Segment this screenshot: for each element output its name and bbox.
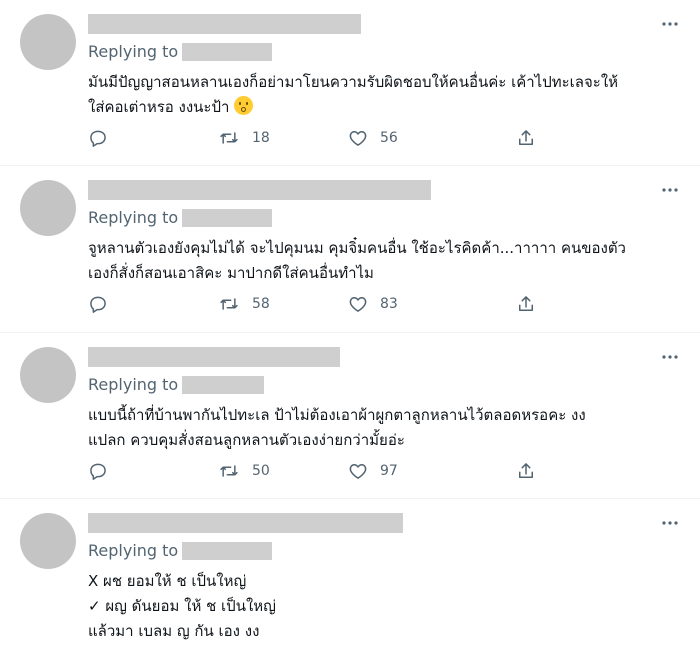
tweet-text-line: X ผช ยอมให้ ช เป็นใหญ่: [88, 572, 247, 590]
retweet-button[interactable]: 50: [218, 461, 348, 481]
share-button[interactable]: [516, 461, 536, 481]
avatar[interactable]: [20, 14, 76, 70]
retweet-button[interactable]: 18: [218, 128, 348, 148]
replying-to-label: Replying to: [88, 375, 179, 394]
redacted-username: [88, 180, 431, 200]
shushing-face-emoji-icon: [234, 96, 254, 115]
tweet-actions: 58 83: [88, 294, 536, 314]
more-options-icon[interactable]: [660, 180, 680, 200]
redacted-username: [88, 513, 403, 533]
reply-icon: [90, 296, 106, 313]
avatar[interactable]: [20, 513, 76, 569]
reply-tweet[interactable]: Replying to X ผช ยอมให้ ช เป็นใหญ่ ✓ ผญ …: [0, 499, 700, 645]
retweet-button[interactable]: 58: [218, 294, 348, 314]
tweet-text-line: แล้วมา เบลม ญ กัน เอง งง: [88, 622, 260, 640]
more-options-icon[interactable]: [660, 14, 680, 34]
replying-to: Replying to: [88, 541, 273, 560]
redacted-handle[interactable]: [182, 208, 273, 227]
like-button[interactable]: 97: [348, 461, 516, 481]
retweet-icon: [220, 132, 238, 144]
reply-button[interactable]: [88, 461, 218, 481]
tweet-actions: 50 97: [88, 461, 536, 481]
redacted-handle[interactable]: [182, 375, 265, 394]
more-options-icon[interactable]: [660, 513, 680, 533]
like-count: 56: [380, 130, 398, 146]
avatar[interactable]: [20, 180, 76, 236]
reply-tweet[interactable]: Replying to จูหลานตัวเองยังคุมไม่ได้ จะไ…: [0, 166, 700, 333]
reply-icon: [90, 463, 106, 480]
like-count: 97: [380, 463, 398, 479]
tweet-text-line: แบบนี้ถ้าที่บ้านพากันไปทะเล ป้าไม่ต้องเอ…: [88, 406, 586, 424]
share-button[interactable]: [516, 294, 536, 314]
redacted-username: [88, 14, 361, 34]
tweet-text-line: แปลก ควบคุมสั่งสอนลูกหลานตัวเองง่ายกว่าม…: [88, 431, 405, 449]
tweet-actions: 18 56: [88, 128, 536, 148]
reply-button[interactable]: [88, 128, 218, 148]
share-button[interactable]: [516, 128, 536, 148]
tweet-text-line: จูหลานตัวเองยังคุมไม่ได้ จะไปคุมนม คุมจิ…: [88, 239, 626, 257]
retweet-count: 50: [252, 463, 270, 479]
replying-to-label: Replying to: [88, 42, 179, 61]
tweet-text-line: ใส่คอเต่าหรอ งงนะป้า: [88, 98, 230, 116]
like-button[interactable]: 83: [348, 294, 516, 314]
reply-icon: [90, 130, 106, 147]
share-icon: [519, 130, 533, 145]
reply-tweet[interactable]: Replying to แบบนี้ถ้าที่บ้านพากันไปทะเล …: [0, 333, 700, 499]
redacted-handle[interactable]: [182, 541, 273, 560]
reply-tweet[interactable]: Replying to มันมีปัญญาสอนหลานเองก็อย่ามา…: [0, 0, 700, 166]
reply-button[interactable]: [88, 294, 218, 314]
share-icon: [519, 296, 533, 311]
share-icon: [519, 463, 533, 478]
redacted-handle[interactable]: [182, 42, 273, 61]
tweet-text-line: เองก็สั่งก็สอนเอาสิคะ มาปากดีใส่คนอื่นทำ…: [88, 264, 374, 282]
retweet-icon: [220, 465, 238, 477]
heart-icon: [349, 131, 367, 146]
like-count: 83: [380, 296, 398, 312]
tweet-text: มันมีปัญญาสอนหลานเองก็อย่ามาโยนความรับผิ…: [88, 70, 678, 120]
replying-to: Replying to: [88, 208, 273, 227]
replying-to-label: Replying to: [88, 208, 179, 227]
heart-icon: [349, 464, 367, 479]
retweet-count: 18: [252, 130, 270, 146]
tweet-text: จูหลานตัวเองยังคุมไม่ได้ จะไปคุมนม คุมจิ…: [88, 236, 678, 286]
replying-to-label: Replying to: [88, 541, 179, 560]
tweet-text-line: มันมีปัญญาสอนหลานเองก็อย่ามาโยนความรับผิ…: [88, 73, 619, 91]
more-options-icon[interactable]: [660, 347, 680, 367]
tweet-text: แบบนี้ถ้าที่บ้านพากันไปทะเล ป้าไม่ต้องเอ…: [88, 403, 678, 453]
retweet-count: 58: [252, 296, 270, 312]
replying-to: Replying to: [88, 42, 273, 61]
tweet-text: X ผช ยอมให้ ช เป็นใหญ่ ✓ ผญ ดันยอม ให้ ช…: [88, 569, 678, 644]
replying-to: Replying to: [88, 375, 265, 394]
tweet-text-line: ✓ ผญ ดันยอม ให้ ช เป็นใหญ่: [88, 597, 276, 615]
retweet-icon: [220, 298, 238, 310]
like-button[interactable]: 56: [348, 128, 516, 148]
avatar[interactable]: [20, 347, 76, 403]
redacted-username: [88, 347, 340, 367]
heart-icon: [349, 297, 367, 312]
